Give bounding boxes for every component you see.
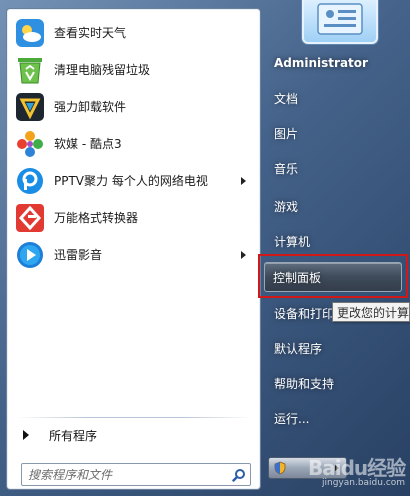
program-item-kudian[interactable]: 软媒 - 酷点3 xyxy=(11,126,256,161)
watermark-logo: Baidu经验 xyxy=(308,456,406,480)
search-box[interactable] xyxy=(21,463,251,486)
recycle-bin-icon xyxy=(14,54,46,86)
program-label: 迅雷影音 xyxy=(54,248,103,262)
default-programs-link[interactable]: 默认程序 xyxy=(266,333,404,363)
user-picture[interactable] xyxy=(302,0,378,44)
program-label: 强力卸载软件 xyxy=(54,100,127,114)
pictures-link[interactable]: 图片 xyxy=(266,118,404,148)
program-item-pptv[interactable]: PPTV聚力 每个人的网络电视 xyxy=(11,163,256,198)
separator xyxy=(17,417,252,418)
xunlei-player-icon xyxy=(14,239,46,271)
program-item-clean-junk[interactable]: 清理电脑残留垃圾 xyxy=(11,52,256,87)
submenu-arrow-icon xyxy=(241,177,246,185)
program-item-xunlei-player[interactable]: 迅雷影音 xyxy=(11,237,256,272)
watermark-site: jingyan.baidu.com xyxy=(322,478,406,488)
search-icon[interactable] xyxy=(228,465,250,484)
format-converter-icon xyxy=(14,202,46,234)
help-support-link[interactable]: 帮助和支持 xyxy=(266,368,404,398)
games-link[interactable]: 游戏 xyxy=(266,191,404,221)
user-folder-link[interactable]: Administrator xyxy=(266,48,404,78)
user-picture-icon xyxy=(317,3,363,35)
start-menu: 查看实时天气 清理电脑残留垃圾 强力卸载软件 软媒 - 酷点3 PPTV聚力 每… xyxy=(0,0,410,496)
weather-icon xyxy=(14,17,46,49)
run-link[interactable]: 运行... xyxy=(266,403,404,433)
program-label: 万能格式转换器 xyxy=(54,211,139,225)
search-input[interactable] xyxy=(22,464,228,485)
program-label: 清理电脑残留垃圾 xyxy=(54,63,151,77)
all-programs-label: 所有程序 xyxy=(49,428,98,443)
program-label: 查看实时天气 xyxy=(54,26,127,40)
ruanmei-kudian-icon xyxy=(14,128,46,160)
program-label: PPTV聚力 每个人的网络电视 xyxy=(54,174,208,188)
submenu-arrow-icon xyxy=(241,251,246,259)
program-list-pane: 查看实时天气 清理电脑残留垃圾 强力卸载软件 软媒 - 酷点3 PPTV聚力 每… xyxy=(6,8,261,490)
program-label: 软媒 - 酷点3 xyxy=(54,137,122,151)
music-link[interactable]: 音乐 xyxy=(266,153,404,183)
documents-link[interactable]: 文档 xyxy=(266,83,404,113)
program-item-weather[interactable]: 查看实时天气 xyxy=(11,15,256,50)
uac-shield-icon xyxy=(274,461,286,475)
pptv-icon xyxy=(14,165,46,197)
program-item-uninstaller[interactable]: 强力卸载软件 xyxy=(11,89,256,124)
highlight-box xyxy=(258,254,408,298)
uninstaller-icon xyxy=(14,91,46,123)
tooltip: 更改您的计算机 xyxy=(332,302,410,322)
program-item-format-converter[interactable]: 万能格式转换器 xyxy=(11,200,256,235)
arrow-right-icon xyxy=(23,430,29,440)
computer-link[interactable]: 计算机 xyxy=(266,226,404,256)
all-programs-button[interactable]: 所有程序 xyxy=(11,423,256,447)
